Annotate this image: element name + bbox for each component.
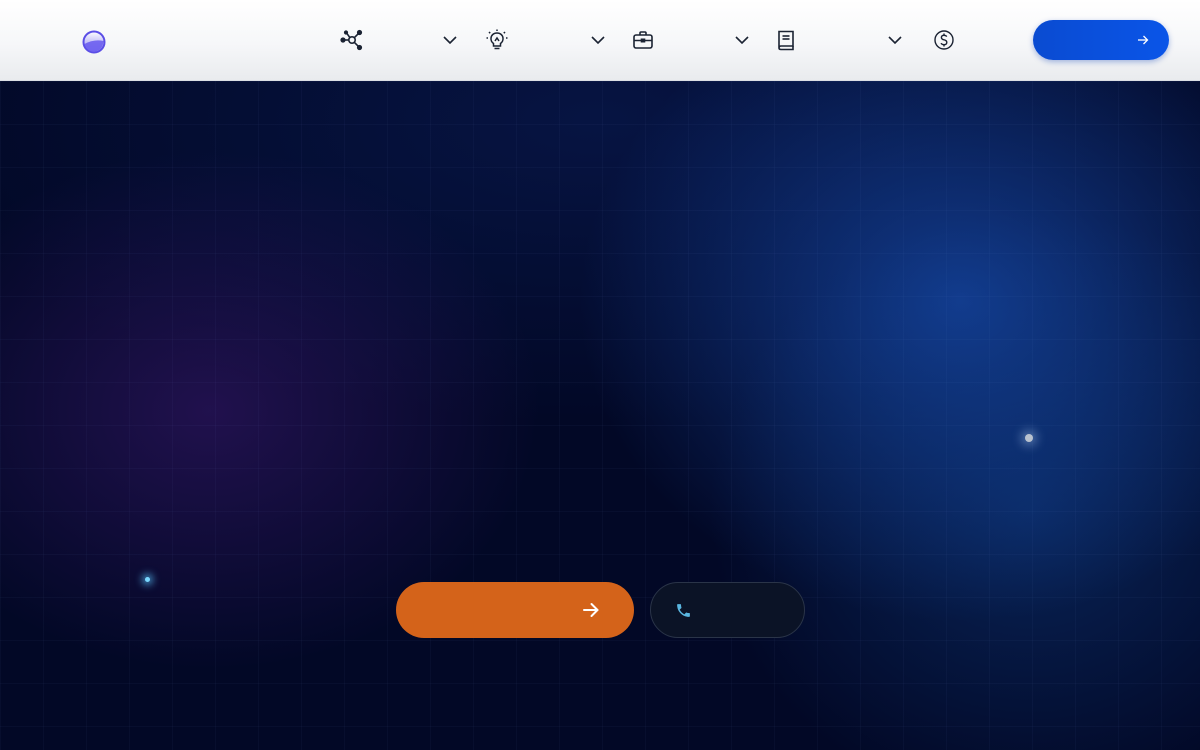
dollar-icon (934, 30, 954, 50)
header-cta-button[interactable] (1033, 20, 1169, 60)
chevron-down-icon[interactable] (733, 31, 751, 49)
primary-cta-button[interactable] (396, 582, 634, 638)
network-icon (340, 29, 363, 51)
nav-item-3[interactable] (631, 27, 663, 53)
chevron-down-icon[interactable] (589, 31, 607, 49)
lightbulb-icon (486, 29, 508, 50)
nav-item-2[interactable] (485, 27, 517, 53)
hero-grid-pattern (0, 81, 1200, 750)
nav-item-5[interactable] (932, 27, 964, 53)
top-navbar (0, 0, 1200, 81)
brand-logo-icon[interactable] (82, 30, 106, 54)
nav-item-1[interactable] (340, 27, 372, 53)
book-icon (778, 30, 794, 51)
phone-icon (677, 603, 690, 617)
chevron-down-icon[interactable] (441, 31, 459, 49)
contact-button[interactable] (650, 582, 805, 638)
glow-dot (145, 577, 150, 582)
arrow-right-icon (1138, 35, 1149, 45)
briefcase-icon (633, 31, 653, 49)
nav-item-4[interactable] (774, 27, 806, 53)
glow-dot (1025, 434, 1033, 442)
arrow-right-icon (583, 603, 599, 617)
chevron-down-icon[interactable] (886, 31, 904, 49)
hero-section (0, 81, 1200, 750)
